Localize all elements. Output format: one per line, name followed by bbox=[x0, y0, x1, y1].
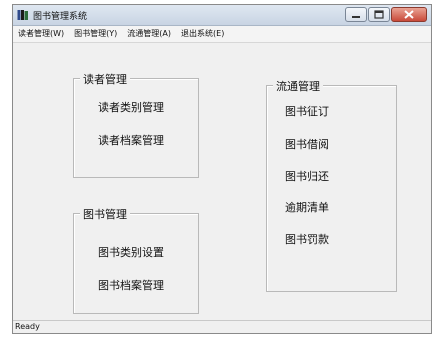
menu-exit-system[interactable]: 退出系统(E) bbox=[176, 26, 229, 42]
menu-bar: 读者管理(W) 图书管理(Y) 流通管理(A) 退出系统(E) bbox=[13, 26, 431, 43]
book-borrowing-link[interactable]: 图书借阅 bbox=[285, 136, 329, 152]
reader-management-group: 读者管理 读者类别管理 读者档案管理 bbox=[73, 71, 199, 178]
book-subscription-link[interactable]: 图书征订 bbox=[285, 103, 329, 119]
book-category-settings-link[interactable]: 图书类别设置 bbox=[98, 244, 164, 260]
overdue-list-link[interactable]: 逾期清单 bbox=[285, 199, 329, 215]
reader-group-title: 读者管理 bbox=[80, 71, 130, 87]
circulation-management-group: 流通管理 图书征订 图书借阅 图书归还 逾期清单 图书罚款 bbox=[266, 78, 397, 292]
book-return-link[interactable]: 图书归还 bbox=[285, 168, 329, 184]
window-title: 图书管理系统 bbox=[33, 12, 88, 22]
menu-book-management[interactable]: 图书管理(Y) bbox=[69, 26, 122, 42]
menu-reader-management[interactable]: 读者管理(W) bbox=[13, 26, 69, 42]
close-button[interactable] bbox=[391, 7, 427, 22]
book-record-management-link[interactable]: 图书档案管理 bbox=[98, 277, 164, 293]
title-bar[interactable]: 图书管理系统 bbox=[13, 5, 431, 26]
close-icon bbox=[404, 10, 414, 19]
reader-category-management-link[interactable]: 读者类别管理 bbox=[98, 99, 164, 115]
menu-circulation-management[interactable]: 流通管理(A) bbox=[122, 26, 176, 42]
reader-record-management-link[interactable]: 读者档案管理 bbox=[98, 132, 164, 148]
client-area: 读者管理 读者类别管理 读者档案管理 图书管理 图书类别设置 图书档案管理 流通… bbox=[13, 43, 431, 321]
book-group-title: 图书管理 bbox=[80, 206, 130, 222]
window-controls bbox=[345, 7, 427, 22]
books-icon bbox=[17, 10, 28, 20]
status-text: Ready bbox=[15, 322, 40, 331]
book-fine-link[interactable]: 图书罚款 bbox=[285, 231, 329, 247]
status-bar: Ready bbox=[13, 320, 431, 333]
main-window: 图书管理系统 读者管理(W) 图书管理(Y) 流通管理(A) 退出系统(E) 读… bbox=[12, 4, 432, 334]
minimize-icon bbox=[352, 16, 360, 18]
book-management-group: 图书管理 图书类别设置 图书档案管理 bbox=[73, 206, 199, 314]
maximize-button[interactable] bbox=[368, 7, 390, 22]
maximize-icon bbox=[374, 10, 384, 19]
minimize-button[interactable] bbox=[345, 7, 367, 22]
circulation-group-title: 流通管理 bbox=[273, 78, 323, 94]
